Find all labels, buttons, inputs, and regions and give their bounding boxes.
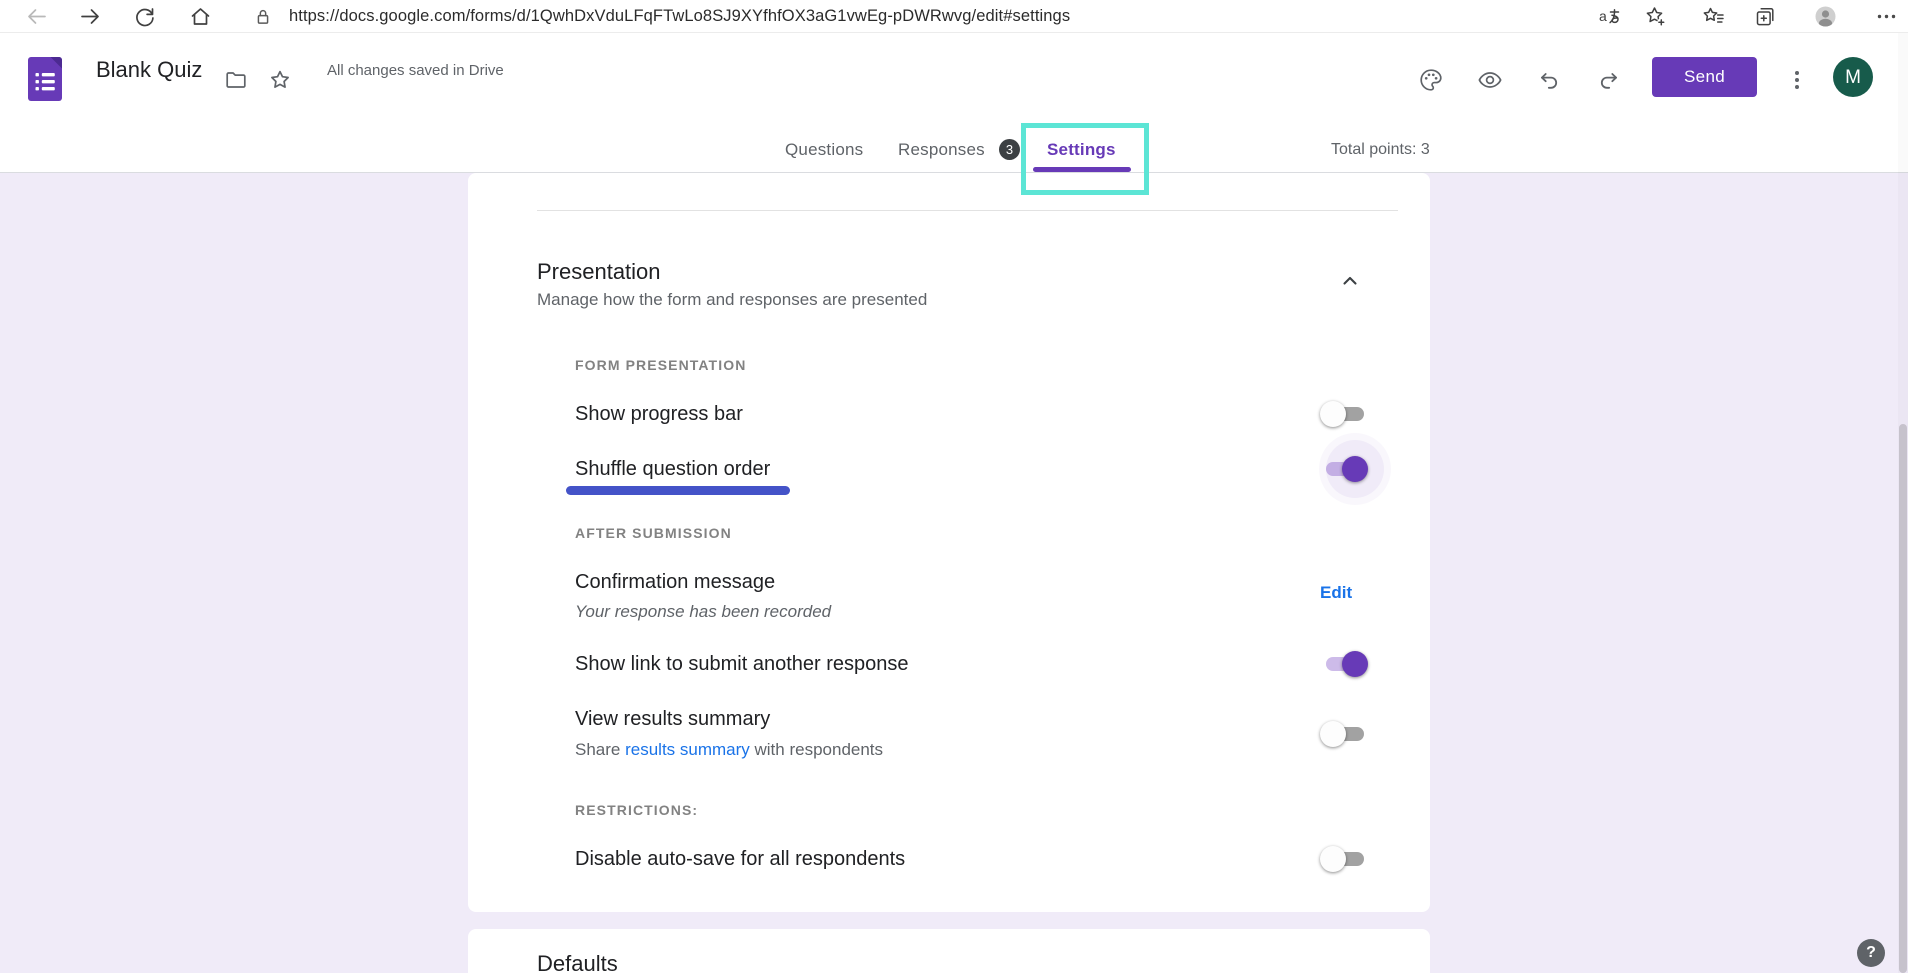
browser-profile-icon[interactable] xyxy=(1813,4,1838,29)
share-text: Share xyxy=(575,740,625,759)
forms-header: Blank Quiz All changes saved in Drive Se… xyxy=(0,33,1908,105)
browser-menu-icon[interactable] xyxy=(1874,4,1899,29)
shuffle-question-order-label: Shuffle question order xyxy=(575,458,770,481)
tab-settings[interactable]: Settings xyxy=(1047,140,1116,160)
star-icon[interactable] xyxy=(268,68,292,92)
redo-icon[interactable] xyxy=(1596,67,1622,93)
collapse-section-icon[interactable] xyxy=(1339,270,1361,292)
presentation-card: Presentation Manage how the form and res… xyxy=(468,173,1430,912)
confirmation-message-value: Your response has been recorded xyxy=(575,602,831,622)
view-results-summary-label: View results summary xyxy=(575,708,770,731)
active-tab-indicator xyxy=(1033,167,1131,172)
help-button[interactable]: ? xyxy=(1857,939,1885,967)
presentation-section-subtitle: Manage how the form and responses are pr… xyxy=(537,290,927,310)
move-folder-icon[interactable] xyxy=(224,68,248,92)
save-status: All changes saved in Drive xyxy=(327,33,504,105)
google-forms-settings-page: { "browser": { "url": "https://docs.goog… xyxy=(0,0,1908,973)
defaults-section-title: Defaults xyxy=(537,951,618,973)
svg-text:a: a xyxy=(1599,8,1607,24)
results-summary-link[interactable]: results summary xyxy=(625,740,750,759)
show-link-label: Show link to submit another response xyxy=(575,653,909,676)
show-progress-bar-toggle[interactable] xyxy=(1320,401,1368,427)
section-divider xyxy=(537,210,1398,211)
browser-refresh-icon[interactable] xyxy=(132,4,157,29)
restrictions-caption: RESTRICTIONS: xyxy=(575,802,698,818)
browser-home-icon[interactable] xyxy=(188,4,213,29)
toggle-knob xyxy=(1342,456,1368,482)
show-progress-bar-label: Show progress bar xyxy=(575,403,743,426)
scrollbar-thumb[interactable] xyxy=(1899,424,1907,973)
edit-confirmation-link[interactable]: Edit xyxy=(1320,583,1352,603)
toggle-knob xyxy=(1320,846,1346,872)
presentation-section-title: Presentation xyxy=(537,259,661,285)
favorites-bar-icon[interactable] xyxy=(1701,4,1726,29)
undo-icon[interactable] xyxy=(1536,67,1562,93)
url-bar[interactable]: https://docs.google.com/forms/d/1QwhDxVd… xyxy=(289,0,1070,32)
collections-icon[interactable] xyxy=(1753,4,1778,29)
view-results-summary-subtitle: Share results summary with respondents xyxy=(575,740,883,760)
respondents-text: with respondents xyxy=(750,740,883,759)
form-presentation-caption: FORM PRESENTATION xyxy=(575,357,746,373)
google-forms-logo[interactable] xyxy=(28,57,62,101)
browser-forward-icon[interactable] xyxy=(78,4,103,29)
show-link-toggle[interactable] xyxy=(1320,651,1368,677)
defaults-card: Defaults xyxy=(468,929,1430,973)
add-favorite-icon[interactable] xyxy=(1643,4,1668,29)
settings-content: Presentation Manage how the form and res… xyxy=(0,173,1908,973)
toggle-knob xyxy=(1320,401,1346,427)
browser-toolbar: https://docs.google.com/forms/d/1QwhDxVd… xyxy=(0,0,1908,33)
customize-theme-icon[interactable] xyxy=(1418,67,1444,93)
page-scrollbar[interactable] xyxy=(1898,33,1908,973)
after-submission-caption: AFTER SUBMISSION xyxy=(575,525,732,541)
send-button[interactable]: Send xyxy=(1652,57,1757,97)
responses-count-badge: 3 xyxy=(999,139,1020,160)
forms-tab-bar: Questions Responses 3 Settings Total poi… xyxy=(0,105,1908,173)
confirmation-message-label: Confirmation message xyxy=(575,571,775,594)
preview-eye-icon[interactable] xyxy=(1477,67,1503,93)
toggle-knob xyxy=(1342,651,1368,677)
disable-autosave-label: Disable auto-save for all respondents xyxy=(575,848,905,871)
more-options-icon[interactable] xyxy=(1785,67,1809,93)
tab-responses[interactable]: Responses xyxy=(898,140,985,160)
total-points: Total points: 3 xyxy=(1331,141,1430,159)
browser-back-icon[interactable] xyxy=(24,4,49,29)
account-avatar[interactable]: M xyxy=(1833,57,1873,97)
document-title[interactable]: Blank Quiz xyxy=(96,33,202,105)
translate-icon[interactable]: a xyxy=(1597,4,1622,29)
url-lock-icon[interactable] xyxy=(252,6,274,28)
shuffle-question-order-toggle[interactable] xyxy=(1320,456,1368,482)
view-results-summary-toggle[interactable] xyxy=(1320,721,1368,747)
disable-autosave-toggle[interactable] xyxy=(1320,846,1368,872)
tab-questions[interactable]: Questions xyxy=(785,140,863,160)
toggle-knob xyxy=(1320,721,1346,747)
